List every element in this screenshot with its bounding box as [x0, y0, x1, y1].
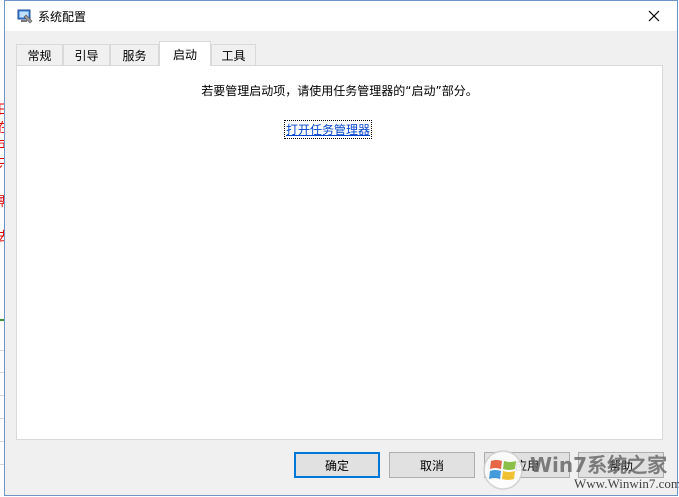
- close-button[interactable]: [631, 1, 677, 31]
- startup-instruction: 若要管理启动项，请使用任务管理器的“启动”部分。: [201, 84, 478, 98]
- windows-logo-icon: [483, 450, 523, 490]
- tab-tools[interactable]: 工具: [211, 44, 256, 65]
- cancel-button[interactable]: 取消: [389, 452, 475, 478]
- watermark-url: Www.Winwin7.com: [574, 476, 679, 491]
- window-title: 系统配置: [38, 10, 87, 24]
- close-icon: [648, 10, 660, 22]
- site-watermark: Win7系统之家 Www.Winwin7.com: [478, 447, 679, 493]
- ok-button[interactable]: 确定: [294, 452, 380, 478]
- tab-startup[interactable]: 启动: [159, 41, 211, 66]
- msconfig-icon: [17, 9, 33, 24]
- title-bar[interactable]: 系统配置: [5, 1, 677, 31]
- tab-general[interactable]: 常规: [16, 44, 63, 65]
- tab-services[interactable]: 服务: [110, 44, 159, 65]
- open-task-manager-link[interactable]: 打开任务管理器: [283, 120, 373, 139]
- watermark-brand: Win7系统之家: [530, 453, 668, 477]
- tab-boot[interactable]: 引导: [63, 44, 110, 65]
- startup-tab-panel: 若要管理启动项，请使用任务管理器的“启动”部分。 打开任务管理器: [16, 65, 663, 440]
- system-config-dialog: 系统配置 常规 引导 服务 启动 工具 若要管理启动项，请使用任务管理器的“启动…: [4, 0, 678, 496]
